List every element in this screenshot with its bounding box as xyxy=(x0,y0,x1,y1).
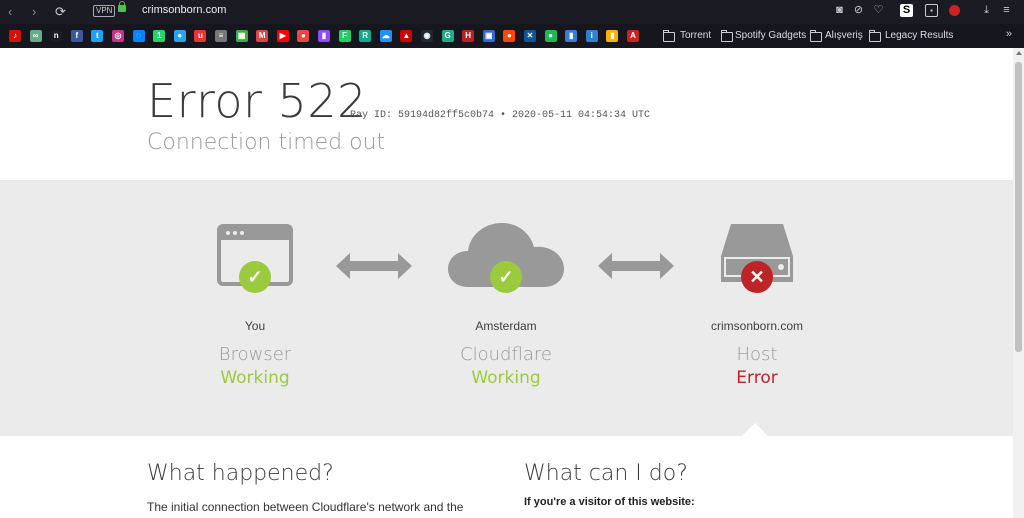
node-location: Amsterdam xyxy=(475,319,537,333)
folder-icon xyxy=(663,30,675,42)
bookmark-whatsapp-icon[interactable]: 1 xyxy=(153,30,166,42)
bookmark-steam-icon[interactable]: ◉ xyxy=(421,30,433,42)
bookmark-re-icon[interactable]: R xyxy=(359,30,372,42)
shield-block-icon[interactable]: ⊘ xyxy=(852,4,865,17)
bookmark-instagram-icon[interactable]: ◎ xyxy=(112,30,124,42)
extension-shield-icon[interactable]: ▪ xyxy=(925,4,938,17)
bookmark-gmail-icon[interactable]: M xyxy=(256,30,269,42)
forward-button[interactable]: › xyxy=(32,3,36,21)
folder-icon xyxy=(810,30,822,42)
bookmark-f-icon[interactable]: F xyxy=(338,30,351,42)
bookmark-folder-torrent[interactable]: Torrent xyxy=(680,30,711,42)
node-type: Host xyxy=(736,344,778,365)
vpn-badge[interactable]: VPN xyxy=(93,5,116,17)
bookmark-folder-spotify-gadgets[interactable]: Spotify Gadgets xyxy=(735,30,806,42)
bookmark-arch-icon[interactable]: A xyxy=(627,30,639,42)
error-code: Error 522 xyxy=(147,74,367,128)
error-message: Connection timed out xyxy=(147,130,386,155)
scrollbar-thumb[interactable] xyxy=(1015,62,1022,352)
menu-icon[interactable]: ≡ xyxy=(1000,4,1013,17)
bookmark-image-icon[interactable]: ▣ xyxy=(482,30,495,42)
bookmarks-more-button[interactable]: » xyxy=(1006,28,1012,40)
extension-red-icon[interactable] xyxy=(949,5,960,16)
what-happened-heading: What happened? xyxy=(147,461,334,486)
what-can-i-do-heading: What can I do? xyxy=(524,461,688,486)
reload-button[interactable]: ⟳ xyxy=(55,3,66,21)
scroll-up-arrow-icon[interactable] xyxy=(1016,51,1022,55)
node-type: Browser xyxy=(218,344,292,365)
camera-icon[interactable]: ◙ xyxy=(833,4,846,17)
bookmark-reddit-icon[interactable]: ● xyxy=(503,30,516,42)
back-button[interactable]: ‹ xyxy=(8,3,12,21)
bookmark-red-icon[interactable]: ● xyxy=(297,30,310,42)
bookmark-chat-icon[interactable]: ● xyxy=(173,30,186,42)
bookmark-infinity-icon[interactable]: ∞ xyxy=(29,30,42,42)
bookmark-bars-icon[interactable]: ▮ xyxy=(606,30,619,42)
bookmark-tesla-icon[interactable]: ▲ xyxy=(400,30,413,42)
bookmark-spotify-icon[interactable]: ● xyxy=(544,30,557,42)
ray-id: Ray ID: 59194d82ff5c0b74 • 2020-05-11 04… xyxy=(350,110,651,121)
heart-icon[interactable]: ♡ xyxy=(872,4,885,17)
bookmark-g-icon[interactable]: G xyxy=(441,30,454,42)
node-location: crimsonborn.com xyxy=(710,319,804,333)
double-arrow-icon xyxy=(598,253,674,279)
working-check-icon: ✓ xyxy=(490,261,522,293)
node-status: Working xyxy=(471,368,541,388)
node-location: You xyxy=(244,319,266,333)
bookmark-facebook-icon[interactable]: f xyxy=(70,30,83,42)
bookmark-youtube-icon[interactable]: ▶ xyxy=(276,30,289,42)
error-x-icon: ✕ xyxy=(741,261,773,293)
section-pointer xyxy=(741,423,769,437)
folder-icon xyxy=(721,30,733,42)
node-status: Error xyxy=(736,368,778,388)
address-bar[interactable]: crimsonborn.com xyxy=(142,4,226,16)
what-happened-text: The initial connection between Cloudflar… xyxy=(147,500,464,514)
bookmark-twitch-icon[interactable]: ▮ xyxy=(318,30,330,42)
working-check-icon: ✓ xyxy=(239,261,271,293)
node-type: Cloudflare xyxy=(460,344,552,365)
bookmark-twitter-icon[interactable]: t xyxy=(91,30,104,42)
extension-s-icon[interactable]: S xyxy=(900,4,913,17)
page-scrollbar[interactable] xyxy=(1013,48,1024,518)
visitor-subheading: If you're a visitor of this website: xyxy=(524,496,695,508)
bookmark-cisco-icon[interactable]: ≡ xyxy=(215,30,227,42)
double-arrow-icon xyxy=(336,253,412,279)
node-status: Working xyxy=(220,368,290,388)
bookmark-u-icon[interactable]: u xyxy=(194,30,207,42)
bookmark-messenger-icon[interactable]: ◌ xyxy=(132,30,145,42)
bookmark-folder-alisveris[interactable]: Alışveriş xyxy=(825,30,863,42)
bookmarks-bar: ♪ ∞ n f t ◎ ◌ 1 ● u ≡ ▦ M ▶ ● ▮ F R ☁ ▲ ◉ G H ▣ ● ✕ ● ▮ i ▮ A Torrent … xyxy=(0,24,1024,48)
browser-toolbar: ‹ › ⟳ VPN crimsonborn.com ◙ ⊘ ♡ S ▪ ⤓ ≡ xyxy=(0,0,1024,24)
info-sections: What happened? The initial connection be… xyxy=(0,437,1013,518)
error-header: Error 522 Ray ID: 59194d82ff5c0b74 • 202… xyxy=(0,48,1013,181)
download-icon[interactable]: ⤓ xyxy=(980,4,993,17)
bookmark-itb-icon[interactable]: i xyxy=(585,30,598,42)
bookmark-gallery-icon[interactable]: ▦ xyxy=(235,30,248,42)
bookmark-x-icon[interactable]: ✕ xyxy=(524,30,536,42)
bookmark-blue-icon[interactable]: ▮ xyxy=(565,30,578,42)
bookmark-h-icon[interactable]: H xyxy=(462,30,475,42)
error-page: Error 522 Ray ID: 59194d82ff5c0b74 • 202… xyxy=(0,48,1013,518)
bookmark-n-icon[interactable]: n xyxy=(50,30,63,42)
folder-icon xyxy=(869,30,881,42)
bookmark-cloud-icon[interactable]: ☁ xyxy=(379,30,392,42)
bookmark-folder-legacy-results[interactable]: Legacy Results xyxy=(885,30,953,42)
lock-icon[interactable] xyxy=(118,1,126,12)
bookmark-lastfm-icon[interactable]: ♪ xyxy=(9,30,21,42)
status-diagram: ✓ You Browser Working ✓ Amsterdam Cloudf… xyxy=(0,181,1013,436)
